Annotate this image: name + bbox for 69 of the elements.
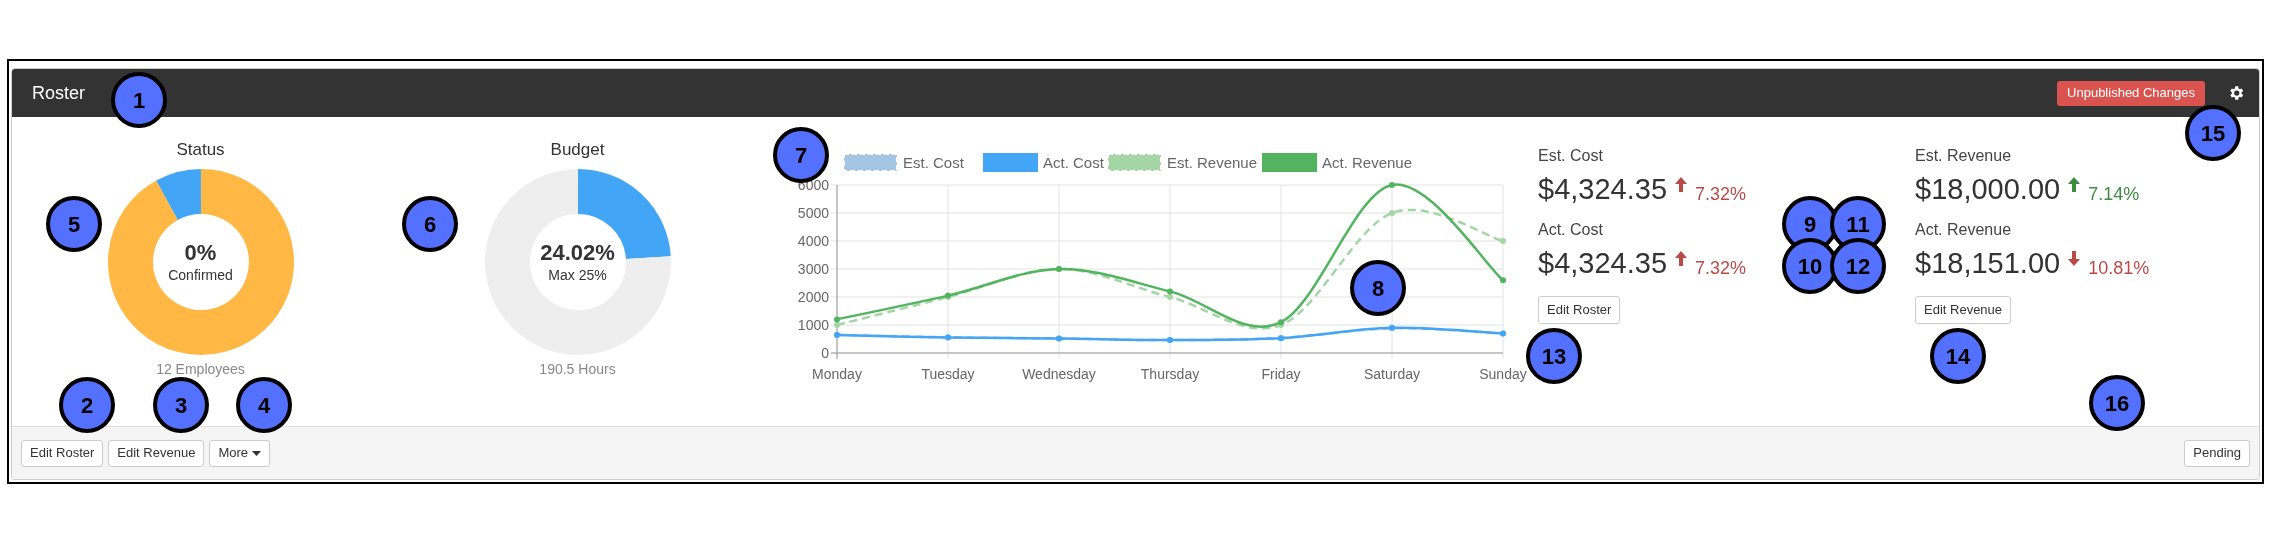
callout-marker: 13 — [1526, 328, 1582, 384]
x-axis-label: Monday — [812, 366, 862, 382]
y-axis-label: 2000 — [797, 289, 829, 305]
donut-caption: Max 25% — [548, 266, 607, 284]
callout-marker: 14 — [1930, 328, 1986, 384]
stat-change: 10.81% — [2088, 257, 2150, 280]
legend-item: Act. Revenue — [1262, 153, 1413, 172]
edit-button[interactable]: Edit Roster — [1538, 296, 1621, 324]
donut-value: 24.02% — [540, 240, 615, 266]
legend-item: Est. Cost — [843, 153, 964, 172]
stat-change: 7.32% — [1695, 257, 1747, 280]
point — [1167, 288, 1173, 295]
donut-footer: 190.5 Hours — [539, 361, 616, 377]
point — [1389, 210, 1395, 216]
y-axis-label: 3000 — [797, 261, 829, 277]
edit-button[interactable]: Edit Revenue — [1915, 296, 2012, 324]
legend-label: Act. Cost — [1043, 154, 1105, 171]
stat-change: 7.32% — [1695, 183, 1747, 206]
stat-change: 7.14% — [2088, 183, 2140, 206]
stat-value: $18,000.00 — [1915, 172, 2061, 207]
point — [1500, 277, 1506, 284]
point — [1389, 182, 1395, 188]
panel-title: Roster — [32, 81, 85, 105]
callout-marker: 16 — [2089, 375, 2145, 431]
y-axis-label: 1000 — [797, 317, 829, 333]
donut-footer: 12 Employees — [156, 361, 245, 377]
dropdown-button[interactable]: More — [209, 439, 270, 467]
point — [834, 316, 840, 323]
callout-marker: 15 — [2185, 105, 2241, 161]
legend-label: Act. Revenue — [1322, 154, 1413, 171]
x-axis-label: Friday — [1261, 366, 1301, 382]
callout-marker: 4 — [236, 377, 292, 433]
donut-value: 0% — [184, 240, 217, 266]
x-axis-label: Wednesday — [1022, 366, 1096, 382]
callout-marker: 6 — [402, 196, 458, 252]
stat-label: Act. Cost — [1538, 220, 1603, 240]
x-axis-label: Sunday — [1479, 366, 1527, 382]
stat-label: Act. Revenue — [1915, 220, 2012, 240]
donut-title: Budget — [550, 139, 605, 161]
y-axis-label: 4000 — [797, 233, 829, 249]
point — [1167, 294, 1173, 300]
pending-button[interactable]: Pending — [2184, 439, 2250, 467]
footer-button[interactable]: Edit Revenue — [108, 439, 205, 467]
footer-button[interactable]: Edit Roster — [21, 439, 104, 467]
point — [834, 322, 840, 328]
legend-item: Est. Revenue — [1107, 153, 1258, 172]
callout-marker: 8 — [1350, 260, 1406, 316]
donut-caption: Confirmed — [168, 266, 233, 284]
y-axis-label: 5000 — [797, 205, 829, 221]
callout-marker: 3 — [153, 377, 209, 433]
callout-marker: 5 — [46, 196, 102, 252]
y-axis-label: 0 — [821, 345, 829, 361]
donut-title: Status — [176, 139, 225, 161]
stat-label: Est. Revenue — [1915, 146, 2012, 166]
stat-value: $18,151.00 — [1915, 246, 2061, 281]
x-axis-label: Thursday — [1140, 366, 1200, 382]
legend-label: Est. Revenue — [1167, 154, 1258, 171]
callout-marker: 12 — [1830, 238, 1886, 294]
stat-value: $4,324.35 — [1538, 246, 1667, 281]
legend-item: Act. Cost — [983, 153, 1104, 172]
callout-marker: 2 — [59, 377, 115, 433]
caret-icon — [252, 450, 261, 456]
legend-label: Est. Cost — [903, 154, 965, 171]
stat-value: $4,324.35 — [1538, 172, 1667, 207]
x-axis-label: Saturday — [1364, 366, 1420, 382]
status-badge: Unpublished Changes — [2057, 80, 2205, 106]
point — [1500, 238, 1506, 244]
x-axis-label: Tuesday — [921, 366, 975, 382]
stat-label: Est. Cost — [1538, 146, 1603, 166]
